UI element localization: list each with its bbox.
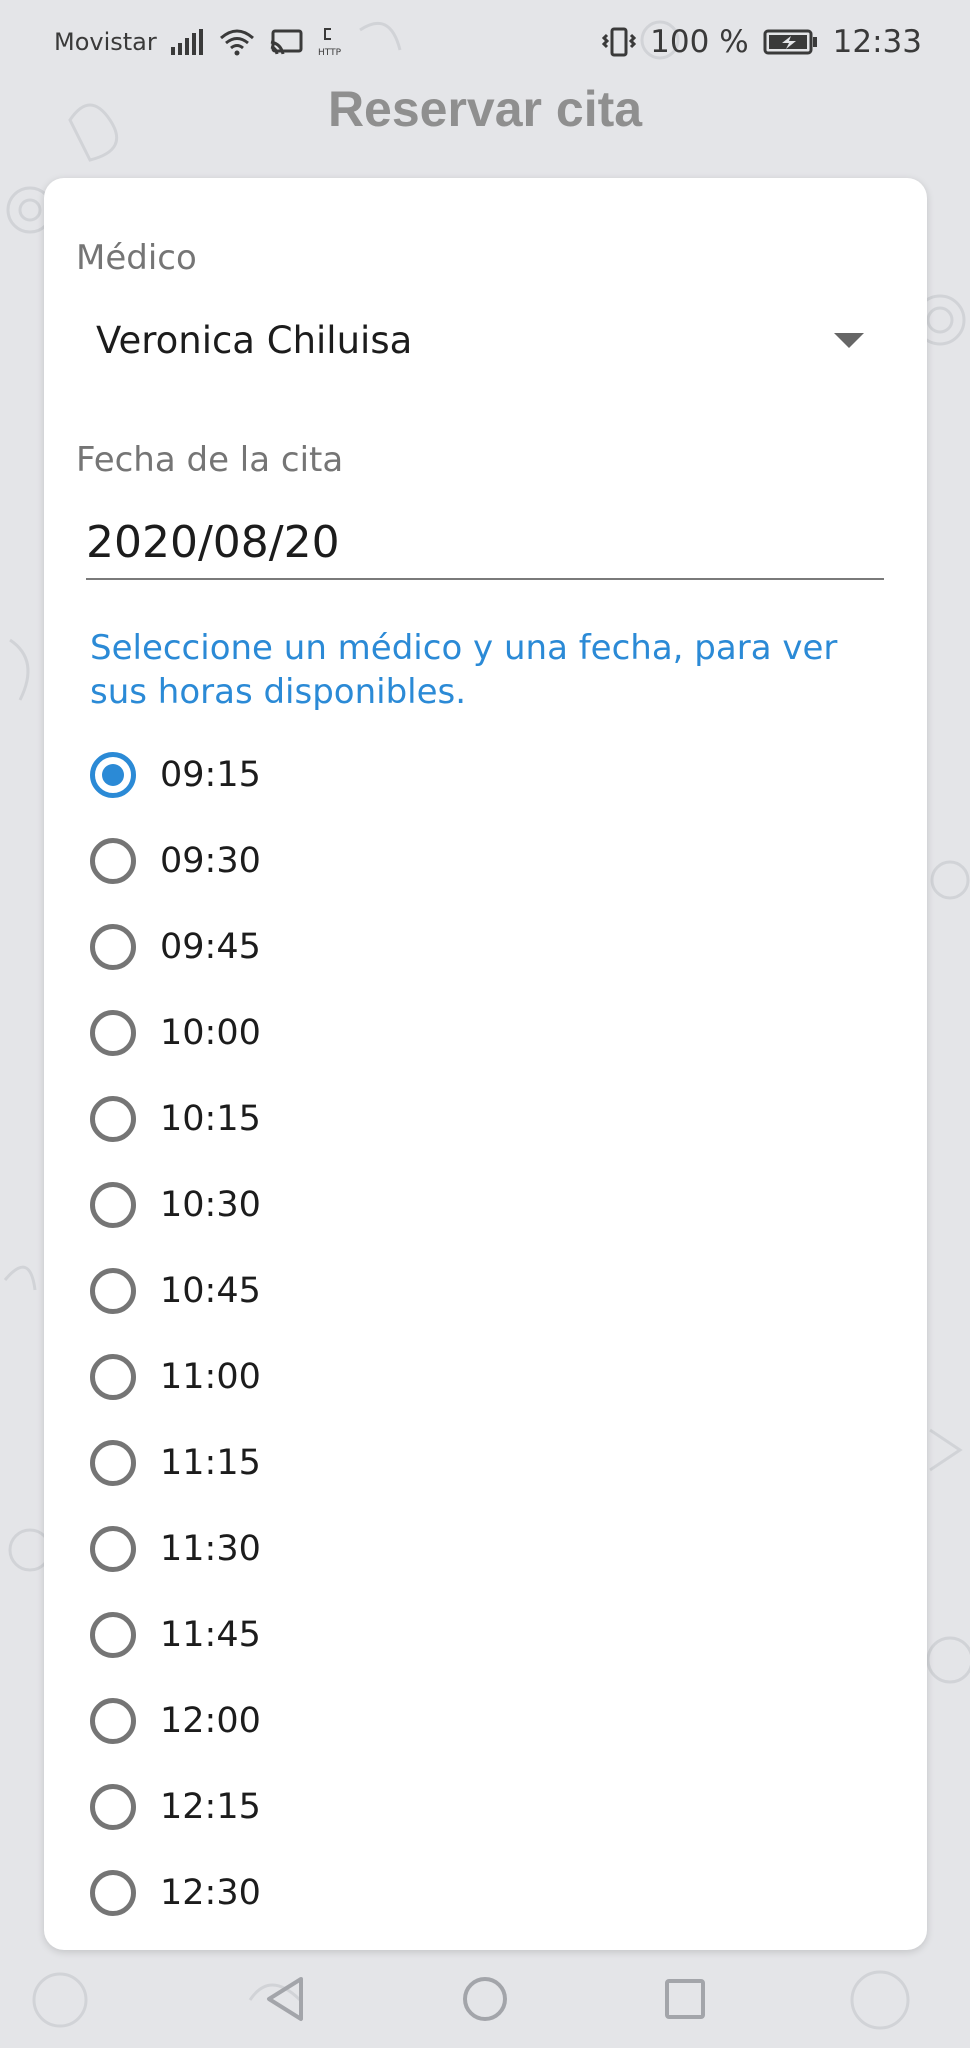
- time-slot[interactable]: 11:15: [90, 1420, 690, 1506]
- time-slot-label: 09:30: [160, 841, 261, 881]
- time-slot-list: 09:15 09:30 09:45 10:00 10:15 10:30 10:4…: [90, 732, 690, 1936]
- carrier-name: Movistar: [54, 28, 157, 56]
- time-slot-label: 09:15: [160, 755, 261, 795]
- time-slot[interactable]: 11:30: [90, 1506, 690, 1592]
- radio-unchecked-icon: [90, 1526, 136, 1572]
- time-slot[interactable]: 10:30: [90, 1162, 690, 1248]
- home-button[interactable]: [455, 1969, 515, 2029]
- radio-unchecked-icon: [90, 1440, 136, 1486]
- svg-text:HTTP: HTTP: [318, 48, 342, 57]
- time-slot-label: 12:15: [160, 1787, 261, 1827]
- time-slot-label: 11:00: [160, 1357, 261, 1397]
- http-icon: HTTP: [317, 27, 347, 57]
- time-slot-label: 11:45: [160, 1615, 261, 1655]
- time-slot-label: 10:00: [160, 1013, 261, 1053]
- date-label: Fecha de la cita: [76, 440, 344, 480]
- time-slot-label: 10:30: [160, 1185, 261, 1225]
- time-slot[interactable]: 12:15: [90, 1764, 690, 1850]
- cast-icon: [269, 28, 303, 56]
- time-slot-label: 10:45: [160, 1271, 261, 1311]
- status-bar-left: Movistar HTTP: [54, 27, 347, 57]
- time-slot[interactable]: 10:45: [90, 1248, 690, 1334]
- radio-unchecked-icon: [90, 1182, 136, 1228]
- back-icon: [267, 1977, 303, 2021]
- chevron-down-icon: [834, 332, 864, 348]
- time-slot-label: 09:45: [160, 927, 261, 967]
- status-bar: Movistar HTTP 100 % 12:33: [0, 0, 970, 84]
- time-slot[interactable]: 09:15: [90, 732, 690, 818]
- time-slot-label: 11:15: [160, 1443, 261, 1483]
- vibrate-icon: [602, 27, 637, 57]
- navigation-bar: [0, 1950, 970, 2048]
- time-slot[interactable]: 10:15: [90, 1076, 690, 1162]
- time-slot[interactable]: 12:30: [90, 1850, 690, 1936]
- clock: 12:33: [832, 24, 922, 60]
- radio-unchecked-icon: [90, 1698, 136, 1744]
- time-slot-label: 12:30: [160, 1873, 261, 1913]
- time-slot-label: 11:30: [160, 1529, 261, 1569]
- time-slot-label: 12:00: [160, 1701, 261, 1741]
- radio-unchecked-icon: [90, 1268, 136, 1314]
- radio-unchecked-icon: [90, 1354, 136, 1400]
- radio-unchecked-icon: [90, 838, 136, 884]
- battery-percent: 100 %: [650, 24, 749, 60]
- page-title: Reservar cita: [327, 81, 643, 137]
- radio-unchecked-icon: [90, 1096, 136, 1142]
- time-slot[interactable]: 11:00: [90, 1334, 690, 1420]
- time-slot-label: 10:15: [160, 1099, 261, 1139]
- hint-text: Seleccione un médico y una fecha, para v…: [90, 628, 838, 712]
- doctor-select[interactable]: Veronica Chiluisa: [76, 300, 896, 380]
- battery-charging-icon: [763, 28, 819, 56]
- recents-icon: [665, 1979, 705, 2019]
- time-slot[interactable]: 11:45: [90, 1592, 690, 1678]
- home-icon: [463, 1977, 507, 2021]
- radio-checked-icon: [90, 752, 136, 798]
- radio-unchecked-icon: [90, 1784, 136, 1830]
- radio-unchecked-icon: [90, 1612, 136, 1658]
- signal-icon: [170, 29, 205, 55]
- time-slot[interactable]: 09:30: [90, 818, 690, 904]
- time-slot[interactable]: 10:00: [90, 990, 690, 1076]
- radio-unchecked-icon: [90, 1870, 136, 1916]
- doctor-select-value: Veronica Chiluisa: [96, 318, 413, 362]
- wifi-icon: [219, 28, 255, 56]
- status-bar-right: 100 % 12:33: [602, 24, 922, 60]
- time-slot[interactable]: 12:00: [90, 1678, 690, 1764]
- back-button[interactable]: [255, 1969, 315, 2029]
- time-slot[interactable]: 09:45: [90, 904, 690, 990]
- doctor-label: Médico: [76, 238, 197, 278]
- radio-unchecked-icon: [90, 1010, 136, 1056]
- recents-button[interactable]: [655, 1969, 715, 2029]
- date-input[interactable]: [86, 506, 884, 580]
- radio-unchecked-icon: [90, 924, 136, 970]
- appointment-card: Médico Veronica Chiluisa Fecha de la cit…: [44, 178, 927, 1950]
